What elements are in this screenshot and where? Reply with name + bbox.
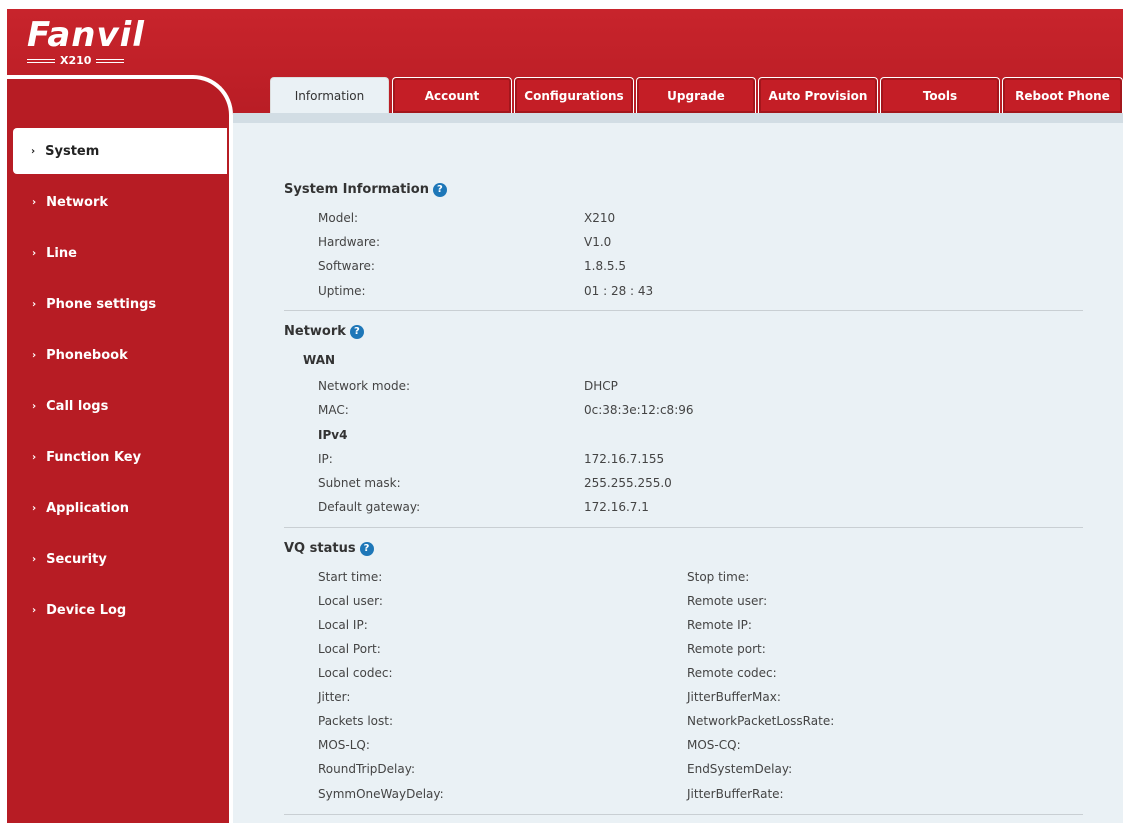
sidebar-item-label: Device Log xyxy=(46,602,127,618)
sidebar-item-label: Function Key xyxy=(46,449,142,465)
tab-information[interactable]: Information xyxy=(270,77,389,113)
sidebar-item-network[interactable]: › Network xyxy=(14,179,226,225)
sidebar-item-system[interactable]: › System xyxy=(13,128,227,174)
sidebar-item-application[interactable]: › Application xyxy=(14,485,226,531)
sidebar-item-call-logs[interactable]: › Call logs xyxy=(14,383,226,429)
model-label: Model: xyxy=(318,211,359,225)
tab-auto-provision[interactable]: Auto Provision xyxy=(758,77,878,113)
vq-left-label: Local user: xyxy=(318,594,383,608)
sidebar-item-device-log[interactable]: › Device Log xyxy=(14,587,226,633)
chevron-right-icon: › xyxy=(32,604,37,616)
chevron-right-icon: › xyxy=(32,196,37,208)
sidebar-item-security[interactable]: › Security xyxy=(14,536,226,582)
sidebar-item-function-key[interactable]: › Function Key xyxy=(14,434,226,480)
chevron-right-icon: › xyxy=(32,451,37,463)
software-value: 1.8.5.5 xyxy=(584,259,626,273)
section-title-text: VQ status xyxy=(284,541,356,556)
network-title: Network ? xyxy=(284,324,364,339)
vq-left-label: Local codec: xyxy=(318,666,393,680)
mac-label: MAC: xyxy=(318,403,349,417)
logo-bars-right xyxy=(96,58,125,63)
vq-left-label: MOS-LQ: xyxy=(318,738,370,752)
sidebar-item-phonebook[interactable]: › Phonebook xyxy=(14,332,226,378)
logo-text: Fanvil xyxy=(27,15,145,55)
chevron-right-icon: › xyxy=(32,502,37,514)
chevron-right-icon: › xyxy=(32,247,37,259)
divider xyxy=(284,310,1083,311)
vq-right-label: Remote IP: xyxy=(687,618,752,632)
section-title-text: System Information xyxy=(284,182,429,197)
vq-right-label: JitterBufferRate: xyxy=(687,787,784,801)
chevron-right-icon: › xyxy=(32,349,37,361)
default-gateway-value: 172.16.7.1 xyxy=(584,500,649,514)
chevron-right-icon: › xyxy=(32,400,37,412)
divider xyxy=(284,814,1083,815)
chevron-right-icon: › xyxy=(32,298,37,310)
mac-value: 0c:38:3e:12:c8:96 xyxy=(584,403,694,417)
vq-right-label: JitterBufferMax: xyxy=(687,690,781,704)
vq-right-label: NetworkPacketLossRate: xyxy=(687,714,835,728)
tab-upgrade[interactable]: Upgrade xyxy=(636,77,756,113)
uptime-label: Uptime: xyxy=(318,284,366,298)
ip-value: 172.16.7.155 xyxy=(584,452,665,466)
system-information-title: System Information ? xyxy=(284,182,447,197)
subnet-mask-label: Subnet mask: xyxy=(318,476,401,490)
ip-label: IP: xyxy=(318,452,333,466)
vq-right-label: Stop time: xyxy=(687,570,750,584)
sidebar-item-phone-settings[interactable]: › Phone settings xyxy=(14,281,226,327)
uptime-value: 01 : 28 : 43 xyxy=(584,284,654,298)
sidebar-item-label: System xyxy=(45,143,100,159)
hardware-label: Hardware: xyxy=(318,235,380,249)
tab-configurations[interactable]: Configurations xyxy=(514,77,634,113)
tab-account[interactable]: Account xyxy=(392,77,512,113)
vq-right-label: Remote codec: xyxy=(687,666,777,680)
sidebar-item-label: Phone settings xyxy=(46,296,157,312)
section-title-text: Network xyxy=(284,324,346,339)
logo-bars-left xyxy=(27,58,55,63)
vq-right-label: Remote port: xyxy=(687,642,766,656)
vq-right-label: Remote user: xyxy=(687,594,768,608)
vq-right-label: MOS-CQ: xyxy=(687,738,741,752)
logo-model: X210 xyxy=(27,54,167,67)
vq-left-label: Local Port: xyxy=(318,642,381,656)
sidebar-item-label: Phonebook xyxy=(46,347,128,363)
sidebar-item-label: Security xyxy=(46,551,107,567)
sidebar-item-label: Call logs xyxy=(46,398,109,414)
hardware-value: V1.0 xyxy=(584,235,612,249)
software-label: Software: xyxy=(318,259,375,273)
network-mode-value: DHCP xyxy=(584,379,618,393)
logo-model-text: X210 xyxy=(60,54,92,67)
vq-right-label: EndSystemDelay: xyxy=(687,762,793,776)
chevron-right-icon: › xyxy=(32,553,37,565)
vq-left-label: Start time: xyxy=(318,570,383,584)
vq-left-label: SymmOneWayDelay: xyxy=(318,787,444,801)
divider xyxy=(284,527,1083,528)
tab-reboot-phone[interactable]: Reboot Phone xyxy=(1002,77,1123,113)
tab-tools[interactable]: Tools xyxy=(880,77,1000,113)
sidebar-item-label: Line xyxy=(46,245,77,261)
vq-left-label: RoundTripDelay: xyxy=(318,762,416,776)
vq-left-label: Packets lost: xyxy=(318,714,393,728)
sidebar-item-line[interactable]: › Line xyxy=(14,230,226,276)
sidebar-item-label: Network xyxy=(46,194,109,210)
network-mode-label: Network mode: xyxy=(318,379,410,393)
help-icon[interactable]: ? xyxy=(432,182,447,197)
help-icon[interactable]: ? xyxy=(359,541,374,556)
ipv4-subheading: IPv4 xyxy=(318,428,348,442)
model-value: X210 xyxy=(584,211,616,225)
default-gateway-label: Default gateway: xyxy=(318,500,421,514)
fanvil-logo: Fanvil X210 xyxy=(27,17,167,77)
vq-status-title: VQ status ? xyxy=(284,541,374,556)
vq-left-label: Local IP: xyxy=(318,618,368,632)
subnet-mask-value: 255.255.255.0 xyxy=(584,476,672,490)
chevron-right-icon: › xyxy=(31,145,36,157)
sidebar-item-label: Application xyxy=(46,500,130,516)
wan-subheading: WAN xyxy=(303,353,336,367)
vq-left-label: Jitter: xyxy=(318,690,351,704)
help-icon[interactable]: ? xyxy=(349,324,364,339)
